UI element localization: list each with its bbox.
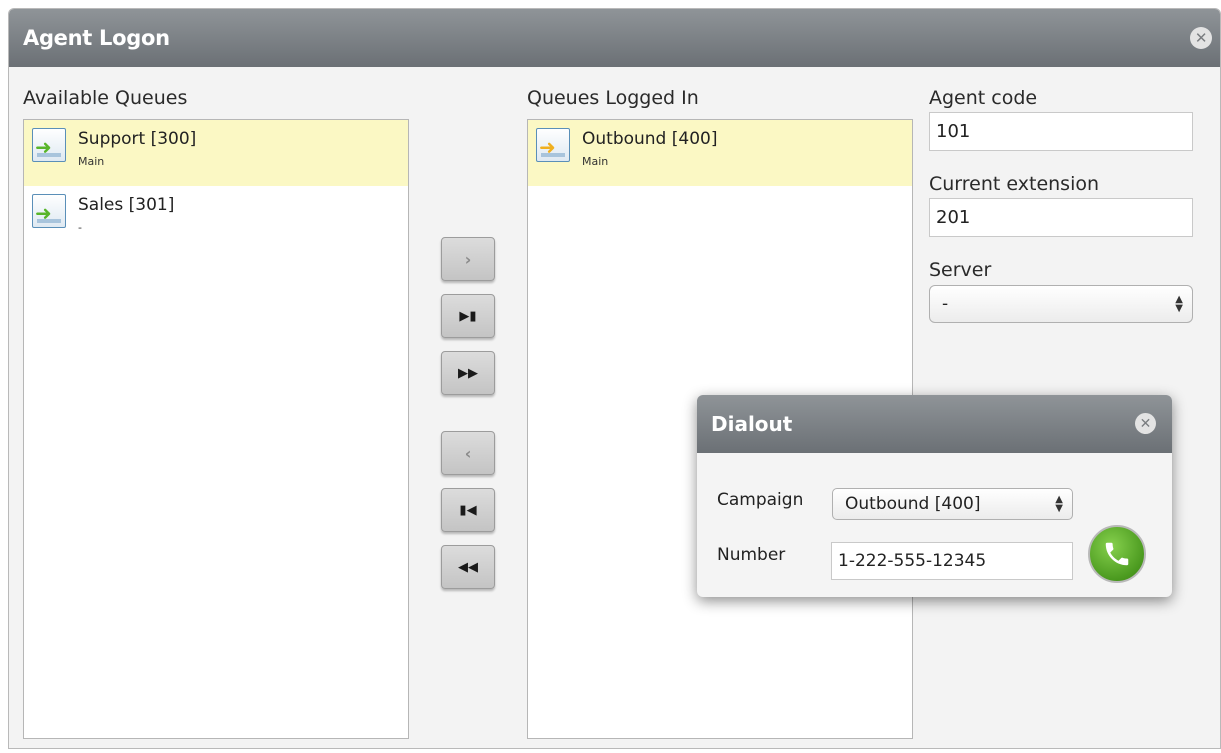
phone-icon	[1105, 542, 1129, 566]
available-queues-list[interactable]: ➜ Support [300] Main ➜ Sales [301] -	[23, 119, 409, 739]
campaign-select-value: Outbound [400]	[845, 494, 981, 514]
queue-icon: ➜	[536, 128, 570, 162]
call-button[interactable]	[1088, 525, 1146, 583]
agent-logon-window: Agent Logon ✕ Available Queues ➜ Support…	[8, 8, 1221, 749]
agent-code-input[interactable]	[929, 112, 1193, 151]
number-input[interactable]	[831, 542, 1073, 580]
updown-arrows-icon: ▲ ▼	[1175, 294, 1183, 314]
campaign-label: Campaign	[717, 490, 804, 510]
queue-subtitle: Main	[78, 155, 105, 168]
queue-subtitle: -	[78, 221, 82, 234]
dialout-dialog: Dialout ✕ Campaign Outbound [400] ▲ ▼ Num…	[697, 395, 1172, 597]
current-extension-label: Current extension	[929, 173, 1100, 195]
campaign-select[interactable]: Outbound [400] ▲ ▼	[832, 488, 1073, 520]
updown-arrows-icon: ▲ ▼	[1055, 494, 1063, 514]
add-all-button[interactable]: ▶▶	[441, 351, 495, 395]
arrow-right-icon: ➜	[35, 201, 52, 225]
remove-all-button[interactable]: ◀◀	[441, 545, 495, 589]
queue-name: Support [300]	[78, 129, 197, 149]
queue-item-sales[interactable]: ➜ Sales [301] -	[24, 186, 408, 252]
number-label: Number	[717, 545, 786, 565]
server-select-value: -	[942, 294, 949, 314]
dialout-title-bar[interactable]: Dialout ✕	[697, 395, 1172, 453]
add-last-button[interactable]: ▶▮	[441, 294, 495, 338]
queue-name: Sales [301]	[78, 195, 175, 215]
close-icon[interactable]: ✕	[1190, 27, 1212, 49]
close-icon[interactable]: ✕	[1135, 413, 1156, 434]
arrow-right-icon: ➜	[539, 135, 556, 159]
queues-logged-in-label: Queues Logged In	[527, 87, 699, 109]
add-selected-button[interactable]: ›	[441, 237, 495, 281]
queue-name: Outbound [400]	[582, 129, 718, 149]
queue-subtitle: Main	[582, 155, 609, 168]
queue-icon: ➜	[32, 194, 66, 228]
remove-selected-button[interactable]: ‹	[441, 431, 495, 475]
window-title: Agent Logon	[23, 26, 170, 50]
available-queues-label: Available Queues	[23, 87, 188, 109]
remove-first-button[interactable]: ▮◀	[441, 488, 495, 532]
current-extension-input[interactable]	[929, 198, 1193, 237]
server-select[interactable]: - ▲ ▼	[929, 285, 1193, 323]
dialout-title: Dialout	[711, 412, 793, 436]
queue-item-outbound[interactable]: ➜ Outbound [400] Main	[528, 120, 912, 186]
arrow-right-icon: ➜	[35, 135, 52, 159]
agent-code-label: Agent code	[929, 87, 1038, 109]
queue-icon: ➜	[32, 128, 66, 162]
queue-item-support[interactable]: ➜ Support [300] Main	[24, 120, 408, 186]
server-label: Server	[929, 259, 992, 281]
window-title-bar[interactable]: Agent Logon ✕	[9, 9, 1220, 67]
